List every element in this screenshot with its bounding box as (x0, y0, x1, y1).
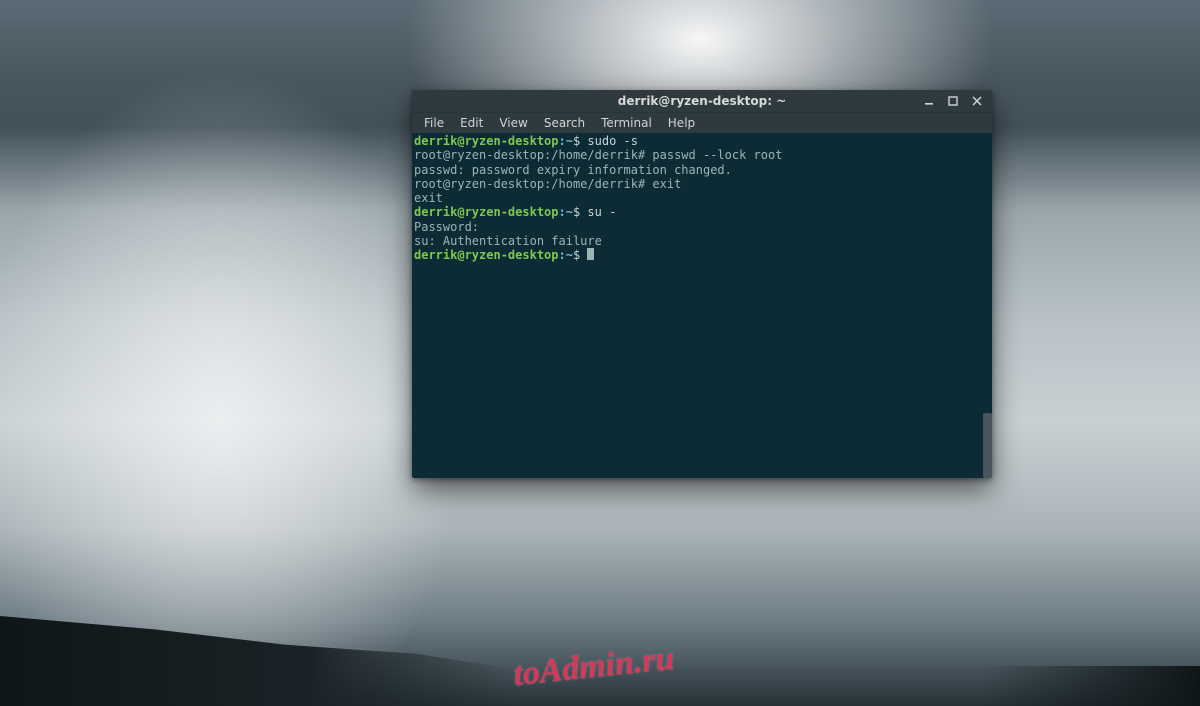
scrollbar[interactable] (983, 413, 992, 478)
prompt-path: ~ (566, 205, 573, 219)
desktop-background: derrik@ryzen-desktop: ~ File Edit View S… (0, 0, 1200, 706)
titlebar[interactable]: derrik@ryzen-desktop: ~ (412, 90, 992, 112)
menu-search[interactable]: Search (536, 114, 593, 132)
cmd-line: sudo -s (580, 134, 638, 148)
output-line: root@ryzen-desktop:/home/derrik# passwd … (414, 148, 782, 162)
output-line: passwd: password expiry information chan… (414, 163, 732, 177)
menu-terminal[interactable]: Terminal (593, 114, 660, 132)
prompt-user: derrik@ryzen-desktop (414, 134, 559, 148)
output-line: su: Authentication failure (414, 234, 602, 248)
background-cliff (0, 616, 520, 706)
prompt-user: derrik@ryzen-desktop (414, 205, 559, 219)
maximize-button[interactable] (948, 96, 962, 106)
menu-help[interactable]: Help (660, 114, 703, 132)
prompt-path: ~ (566, 248, 573, 262)
menu-view[interactable]: View (491, 114, 535, 132)
background-cliff-right (980, 666, 1200, 706)
prompt-dollar: $ (573, 248, 580, 262)
output-line: exit (414, 191, 443, 205)
prompt-sep: : (559, 134, 566, 148)
prompt-sep: : (559, 205, 566, 219)
prompt-user: derrik@ryzen-desktop (414, 248, 559, 262)
terminal-window: derrik@ryzen-desktop: ~ File Edit View S… (412, 90, 992, 478)
output-line: Password: (414, 220, 479, 234)
terminal-output: derrik@ryzen-desktop:~$ sudo -s root@ryz… (412, 134, 992, 263)
menu-edit[interactable]: Edit (452, 114, 491, 132)
menu-file[interactable]: File (416, 114, 452, 132)
terminal-body[interactable]: derrik@ryzen-desktop:~$ sudo -s root@ryz… (412, 133, 992, 478)
watermark-text: toAdmin.ru (511, 640, 676, 695)
prompt-sep: : (559, 248, 566, 262)
output-line: root@ryzen-desktop:/home/derrik# exit (414, 177, 681, 191)
close-button[interactable] (972, 96, 986, 106)
minimize-button[interactable] (924, 96, 938, 106)
window-controls (924, 90, 992, 112)
cmd-line: su - (580, 205, 616, 219)
prompt-path: ~ (566, 134, 573, 148)
cursor-icon (587, 248, 594, 260)
menubar: File Edit View Search Terminal Help (412, 112, 992, 133)
window-title: derrik@ryzen-desktop: ~ (412, 94, 992, 108)
